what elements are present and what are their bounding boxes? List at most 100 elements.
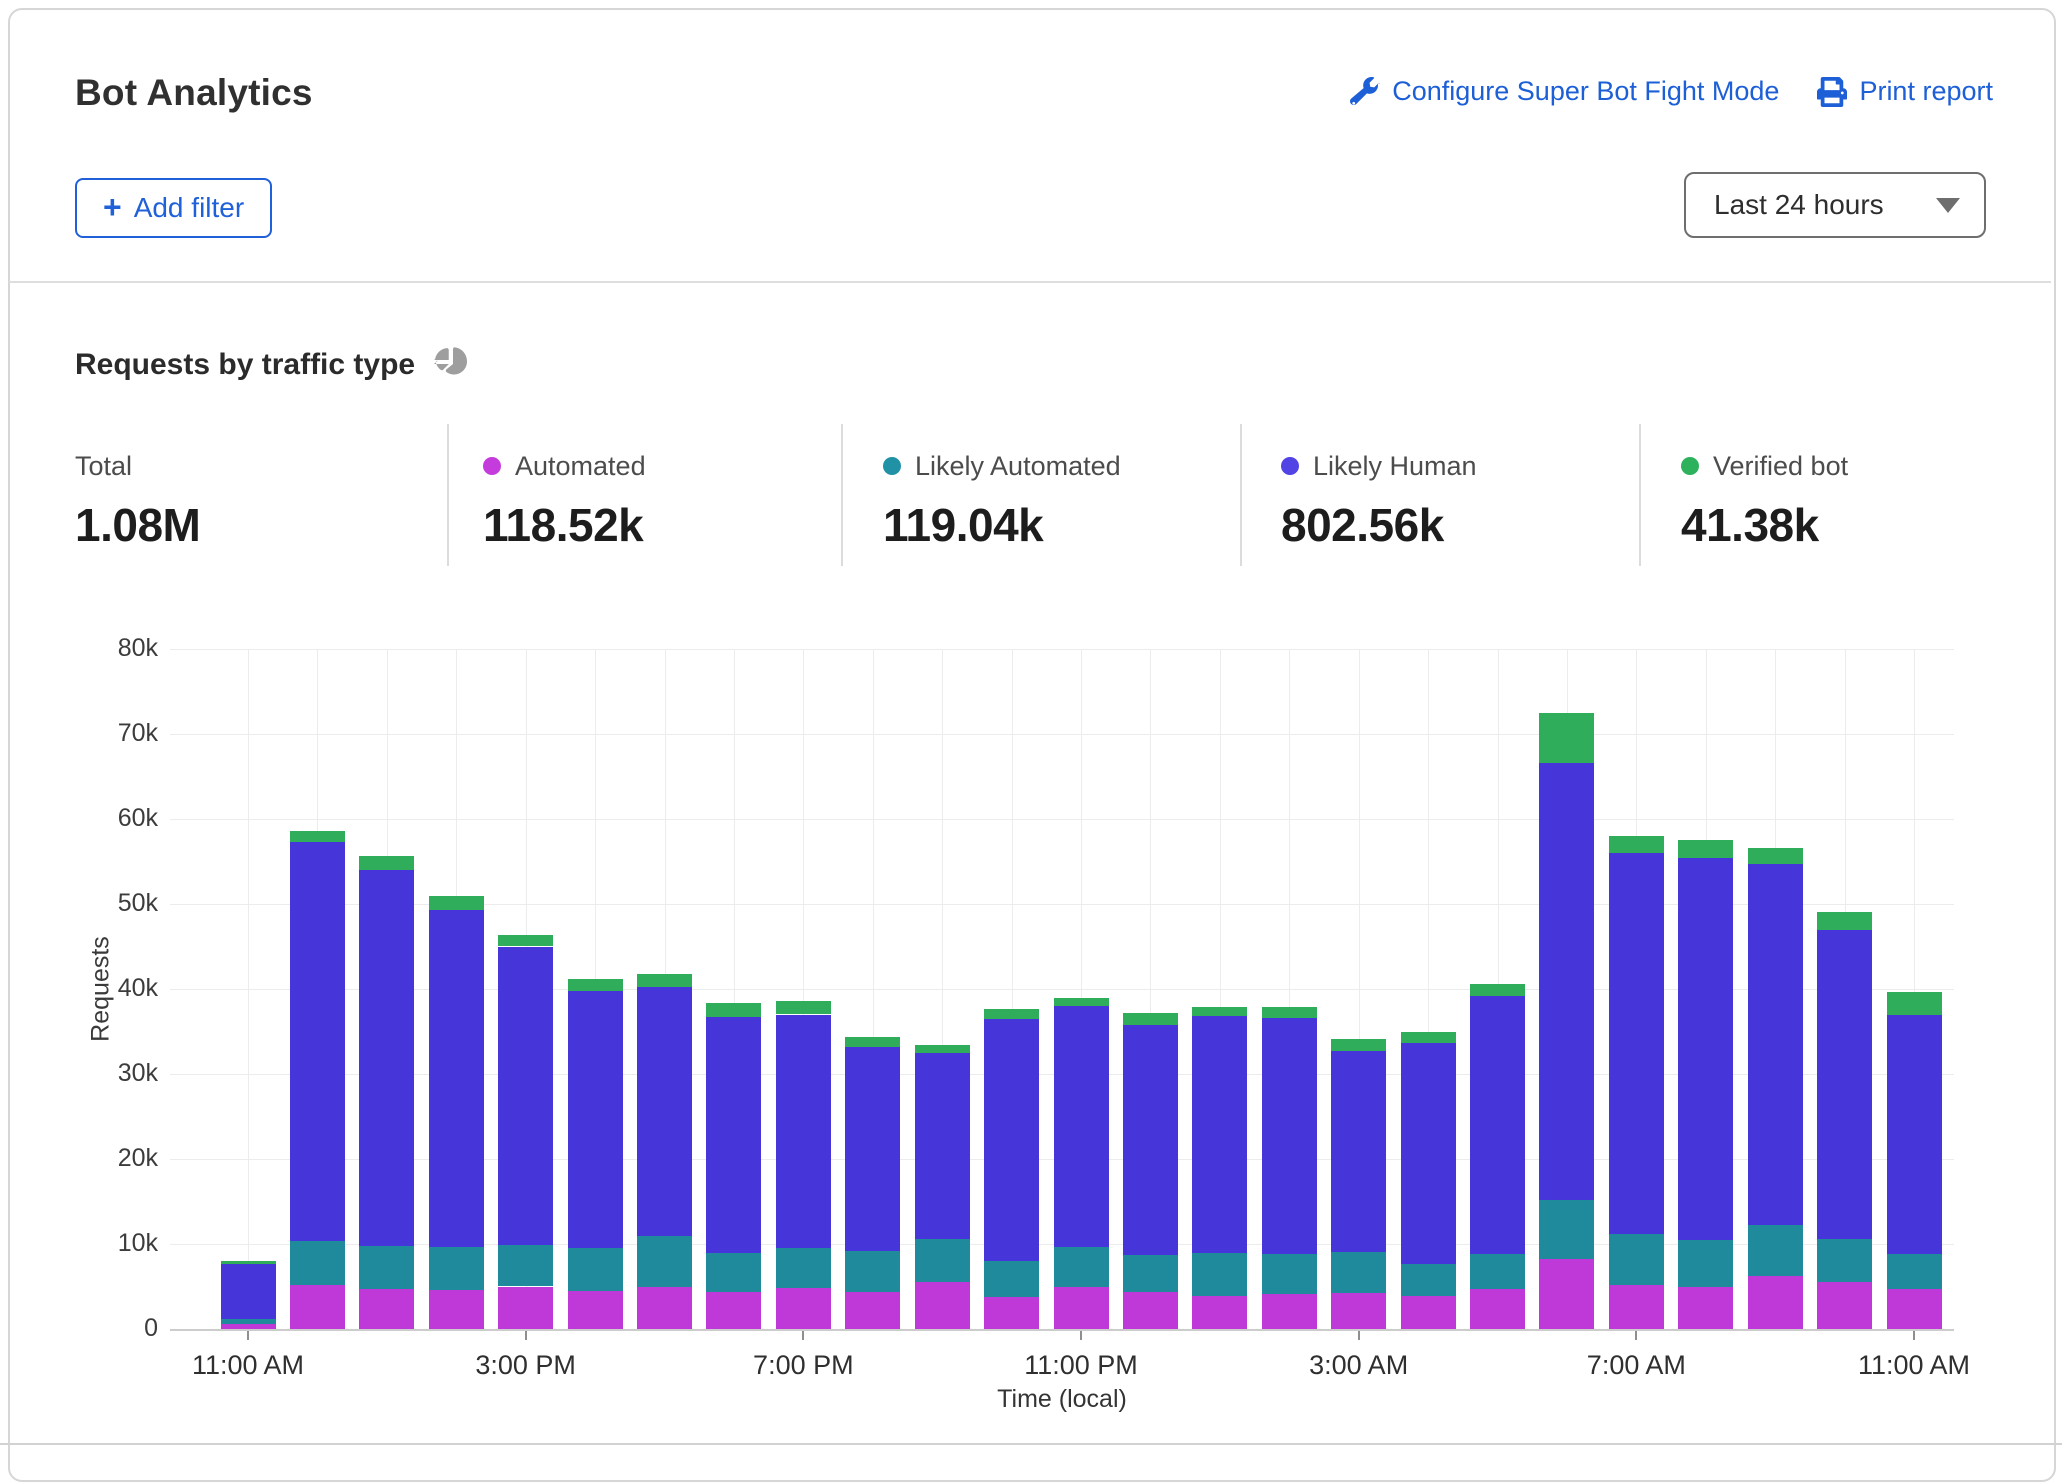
bar-segment-automated[interactable]	[1748, 1276, 1803, 1329]
bar-segment-likely-automated[interactable]	[290, 1241, 345, 1285]
bar-segment-verified-bot[interactable]	[915, 1045, 970, 1053]
bar-segment-likely-automated[interactable]	[429, 1247, 484, 1290]
bar-segment-likely-automated[interactable]	[845, 1251, 900, 1293]
bar-segment-verified-bot[interactable]	[1539, 713, 1594, 763]
bar-segment-automated[interactable]	[1401, 1296, 1456, 1329]
bar-segment-verified-bot[interactable]	[1054, 998, 1109, 1007]
bar-segment-likely-automated[interactable]	[1331, 1252, 1386, 1294]
bar-segment-automated[interactable]	[984, 1297, 1039, 1329]
bar-segment-likely-human[interactable]	[1678, 858, 1733, 1240]
bar-segment-likely-human[interactable]	[221, 1264, 276, 1319]
print-report-link[interactable]: Print report	[1817, 76, 1993, 107]
bar-segment-likely-human[interactable]	[1262, 1018, 1317, 1254]
bar-segment-likely-automated[interactable]	[984, 1261, 1039, 1297]
bar-segment-verified-bot[interactable]	[1817, 912, 1872, 931]
bar-segment-likely-human[interactable]	[498, 947, 553, 1245]
bar-segment-verified-bot[interactable]	[1192, 1007, 1247, 1016]
bar-segment-likely-human[interactable]	[1887, 1015, 1942, 1254]
bar-segment-verified-bot[interactable]	[845, 1037, 900, 1047]
bar-segment-verified-bot[interactable]	[776, 1001, 831, 1015]
bar-segment-automated[interactable]	[290, 1285, 345, 1329]
bar-segment-automated[interactable]	[1817, 1282, 1872, 1329]
bar-segment-automated[interactable]	[915, 1282, 970, 1329]
bar-segment-likely-automated[interactable]	[1054, 1247, 1109, 1288]
bar-segment-automated[interactable]	[568, 1291, 623, 1329]
bar-segment-likely-human[interactable]	[568, 991, 623, 1249]
bar-segment-likely-automated[interactable]	[706, 1253, 761, 1292]
bar-segment-automated[interactable]	[498, 1287, 553, 1330]
bar-segment-likely-automated[interactable]	[1539, 1200, 1594, 1260]
bar-segment-automated[interactable]	[637, 1287, 692, 1329]
bar-segment-verified-bot[interactable]	[568, 979, 623, 991]
bar-segment-verified-bot[interactable]	[637, 974, 692, 988]
bar-segment-automated[interactable]	[1054, 1287, 1109, 1329]
bar-segment-likely-automated[interactable]	[1470, 1254, 1525, 1289]
bar-segment-likely-automated[interactable]	[1262, 1254, 1317, 1294]
bar-segment-verified-bot[interactable]	[221, 1261, 276, 1264]
bar-segment-likely-automated[interactable]	[221, 1319, 276, 1324]
bar-segment-automated[interactable]	[845, 1292, 900, 1329]
bar-segment-automated[interactable]	[1331, 1293, 1386, 1329]
bar-segment-automated[interactable]	[359, 1289, 414, 1329]
bar-segment-verified-bot[interactable]	[706, 1003, 761, 1017]
add-filter-button[interactable]: + Add filter	[75, 178, 272, 238]
bar-segment-likely-automated[interactable]	[1678, 1240, 1733, 1287]
bar-segment-likely-human[interactable]	[1609, 853, 1664, 1234]
bar-segment-likely-human[interactable]	[637, 987, 692, 1236]
bar-segment-likely-automated[interactable]	[498, 1245, 553, 1287]
bar-segment-verified-bot[interactable]	[1331, 1039, 1386, 1051]
bar-segment-likely-human[interactable]	[1401, 1043, 1456, 1263]
bar-segment-likely-human[interactable]	[1331, 1051, 1386, 1252]
time-range-select[interactable]: Last 24 hours	[1684, 172, 1986, 238]
bar-segment-likely-automated[interactable]	[915, 1239, 970, 1282]
bar-segment-likely-human[interactable]	[1054, 1006, 1109, 1247]
bar-segment-verified-bot[interactable]	[1609, 836, 1664, 853]
bar-segment-verified-bot[interactable]	[1123, 1013, 1178, 1025]
bar-segment-verified-bot[interactable]	[1887, 992, 1942, 1015]
bar-segment-likely-human[interactable]	[845, 1047, 900, 1251]
bar-segment-likely-human[interactable]	[1192, 1016, 1247, 1253]
bar-segment-likely-human[interactable]	[290, 842, 345, 1241]
bar-segment-likely-automated[interactable]	[1123, 1255, 1178, 1292]
bar-segment-likely-automated[interactable]	[637, 1236, 692, 1287]
bar-segment-verified-bot[interactable]	[498, 935, 553, 947]
bar-segment-likely-human[interactable]	[984, 1019, 1039, 1261]
bar-segment-likely-automated[interactable]	[1817, 1239, 1872, 1282]
bar-segment-likely-human[interactable]	[429, 910, 484, 1247]
bar-segment-automated[interactable]	[1678, 1287, 1733, 1330]
bar-segment-automated[interactable]	[776, 1288, 831, 1329]
bar-segment-automated[interactable]	[1192, 1296, 1247, 1329]
bar-segment-likely-automated[interactable]	[1192, 1253, 1247, 1296]
bar-segment-likely-human[interactable]	[1123, 1025, 1178, 1255]
bar-segment-likely-human[interactable]	[706, 1017, 761, 1253]
bar-segment-likely-automated[interactable]	[1887, 1254, 1942, 1289]
bar-segment-verified-bot[interactable]	[359, 856, 414, 870]
bar-segment-likely-automated[interactable]	[1401, 1264, 1456, 1296]
bar-segment-likely-human[interactable]	[359, 870, 414, 1246]
bar-segment-automated[interactable]	[1123, 1292, 1178, 1329]
bar-segment-verified-bot[interactable]	[1401, 1032, 1456, 1044]
bar-segment-automated[interactable]	[1470, 1289, 1525, 1329]
bar-segment-automated[interactable]	[1609, 1285, 1664, 1329]
bar-segment-automated[interactable]	[1539, 1259, 1594, 1329]
bar-segment-verified-bot[interactable]	[1748, 848, 1803, 864]
configure-super-bot-fight-mode-link[interactable]: Configure Super Bot Fight Mode	[1350, 76, 1779, 107]
bar-segment-verified-bot[interactable]	[290, 831, 345, 842]
bar-segment-verified-bot[interactable]	[1470, 984, 1525, 996]
bar-segment-verified-bot[interactable]	[1262, 1007, 1317, 1018]
bar-segment-likely-human[interactable]	[1539, 763, 1594, 1200]
bar-segment-automated[interactable]	[1887, 1289, 1942, 1329]
bar-segment-likely-human[interactable]	[915, 1053, 970, 1239]
bar-segment-verified-bot[interactable]	[1678, 840, 1733, 858]
bar-segment-automated[interactable]	[706, 1292, 761, 1329]
bar-segment-likely-automated[interactable]	[1609, 1234, 1664, 1285]
bar-segment-likely-human[interactable]	[1470, 996, 1525, 1254]
bar-segment-likely-human[interactable]	[776, 1015, 831, 1249]
bar-segment-automated[interactable]	[429, 1290, 484, 1329]
bar-segment-likely-human[interactable]	[1817, 930, 1872, 1239]
bar-segment-verified-bot[interactable]	[984, 1009, 1039, 1019]
bar-segment-likely-automated[interactable]	[568, 1248, 623, 1291]
bar-segment-verified-bot[interactable]	[429, 896, 484, 910]
bar-segment-likely-automated[interactable]	[359, 1246, 414, 1289]
bar-segment-likely-automated[interactable]	[1748, 1225, 1803, 1276]
